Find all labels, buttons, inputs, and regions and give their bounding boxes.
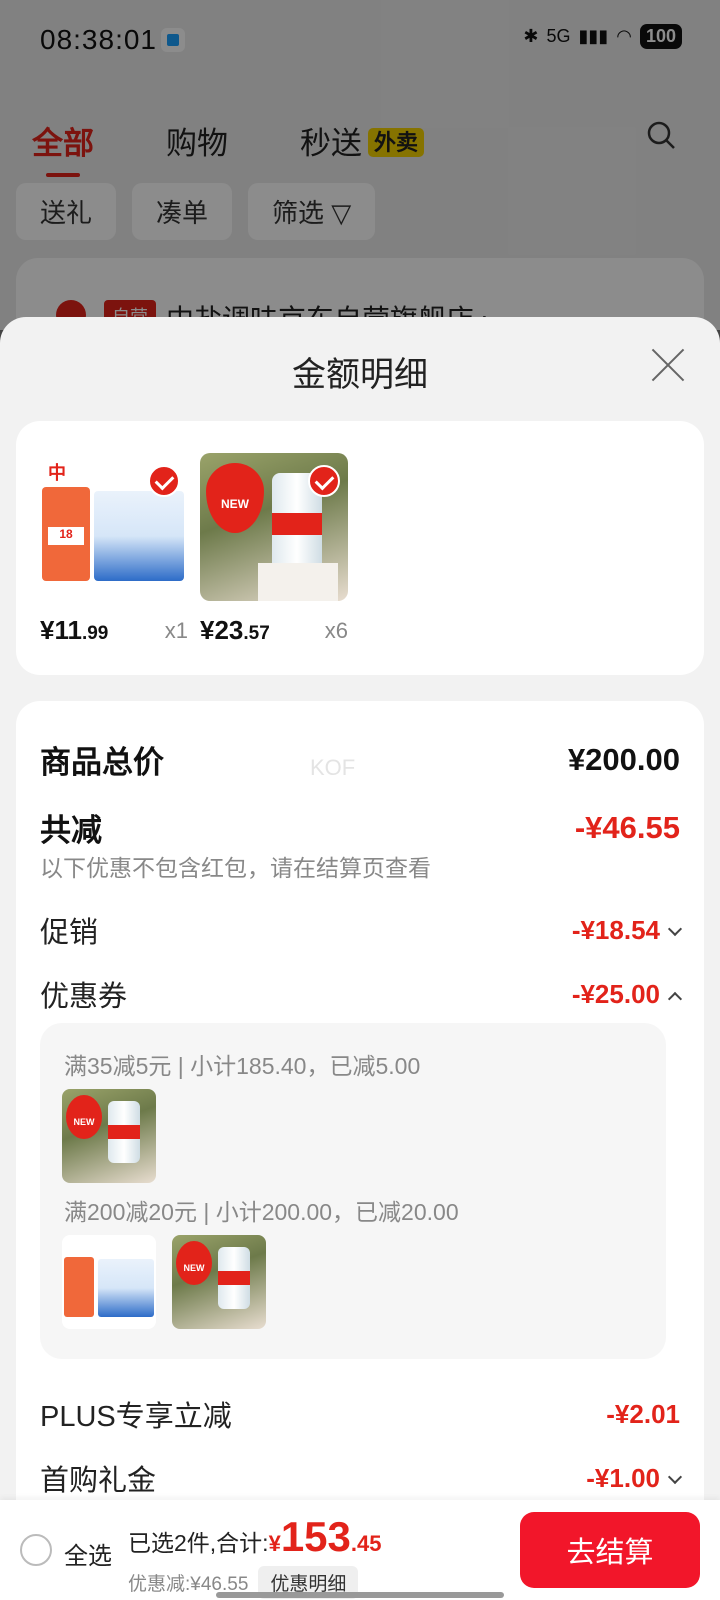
chevron-down-icon	[667, 921, 683, 936]
first-buy-label: 首购礼金	[40, 1465, 157, 1497]
product-price: ¥23.57	[200, 615, 270, 646]
product-item[interactable]: NEW ¥23.57 x6	[200, 453, 348, 645]
promo-row[interactable]: 促销 -¥18.54	[40, 909, 683, 951]
total-row: 商品总价 ¥200.00	[40, 737, 680, 782]
water-product-image: NEW	[200, 453, 348, 601]
coupon-product-salt	[62, 1235, 156, 1329]
total-int: 153	[280, 1513, 351, 1560]
coupon-label: 优惠券	[40, 981, 128, 1013]
total-dec: .45	[350, 1531, 382, 1556]
price-dec: .99	[81, 623, 109, 644]
first-buy-value: -¥1.00	[586, 1462, 660, 1493]
plus-label: PLUS专享立减	[40, 1401, 232, 1433]
total-value: ¥200.00	[567, 741, 680, 777]
coupon-row[interactable]: 优惠券 -¥25.00	[40, 973, 683, 1015]
reduce-value: -¥46.55	[574, 809, 680, 845]
checkout-button[interactable]: 去结算	[520, 1512, 700, 1588]
close-icon[interactable]	[650, 347, 686, 383]
plus-row: PLUS专享立减 -¥2.01	[40, 1393, 680, 1435]
selected-check-icon[interactable]	[148, 465, 180, 497]
coupon-value-wrap: -¥25.00	[571, 978, 683, 1011]
select-all-radio[interactable]	[20, 1534, 52, 1566]
coupon-line-1: 满35减5元 | 小计185.40，已减5.00	[64, 1053, 421, 1079]
total-summary: 已选2件,合计: ¥ 153 .45	[128, 1516, 382, 1558]
first-buy-value-wrap: -¥1.00	[586, 1462, 683, 1495]
total-currency: ¥	[268, 1531, 281, 1556]
coupon-line-2: 满200减20元 | 小计200.00，已减20.00	[64, 1199, 459, 1225]
brand-logo-icon: 中	[48, 463, 66, 483]
salt-product-image: 中 18	[40, 453, 188, 601]
home-indicator[interactable]	[216, 1592, 504, 1598]
selected-check-icon[interactable]	[308, 465, 340, 497]
new-badge: NEW	[206, 463, 264, 533]
checkout-bar: 全选 已选2件,合计: ¥ 153 .45 优惠减:¥46.55 优惠明细 去结…	[0, 1500, 720, 1600]
product-price: ¥11.99	[40, 615, 108, 646]
price-int: ¥23	[200, 615, 244, 645]
product-item[interactable]: 中 18 ¥11.99 x1	[40, 453, 188, 645]
amount-detail-sheet: 金额明细 中 18 ¥11.99 x1 NEW ¥23.57 x6 KOF 商品…	[0, 317, 720, 1600]
price-dec: .57	[243, 623, 270, 644]
product-qty: x1	[164, 618, 188, 643]
salt-pack-blue	[94, 491, 184, 581]
coupon-product-water: NEW	[172, 1235, 266, 1329]
coupon-product-water: NEW	[62, 1089, 156, 1183]
total-label: 商品总价	[40, 745, 164, 780]
promo-value-wrap: -¥18.54	[571, 914, 683, 947]
reduce-row: 共减 -¥46.55	[40, 805, 680, 850]
chevron-down-icon	[667, 1469, 683, 1484]
salt-pack-orange: 18	[42, 487, 90, 581]
product-qty: x6	[324, 618, 348, 643]
chevron-up-icon	[667, 991, 683, 1006]
dispenser	[258, 563, 338, 601]
coupon-detail-box: 满35减5元 | 小计185.40，已减5.00 NEW 满200减20元 | …	[40, 1023, 666, 1359]
sheet-title: 金额明细	[292, 356, 428, 394]
product-strip: 中 18 ¥11.99 x1 NEW ¥23.57 x6	[16, 421, 704, 675]
coupon-value: -¥25.00	[571, 978, 660, 1009]
promo-value: -¥18.54	[571, 914, 660, 945]
plus-value: -¥2.01	[606, 1398, 680, 1429]
price-detail-card: KOF 商品总价 ¥200.00 共减 -¥46.55 以下优惠不包含红包，请在…	[16, 701, 704, 1600]
promo-label: 促销	[40, 917, 99, 949]
reduce-note: 以下优惠不包含红包，请在结算页查看	[40, 855, 431, 881]
selected-text: 已选2件,合计:	[128, 1530, 269, 1556]
select-all-label[interactable]: 全选	[64, 1536, 112, 1571]
price-int: ¥11	[40, 615, 82, 645]
first-buy-row[interactable]: 首购礼金 -¥1.00	[40, 1457, 683, 1499]
reduce-label: 共减	[40, 813, 102, 848]
